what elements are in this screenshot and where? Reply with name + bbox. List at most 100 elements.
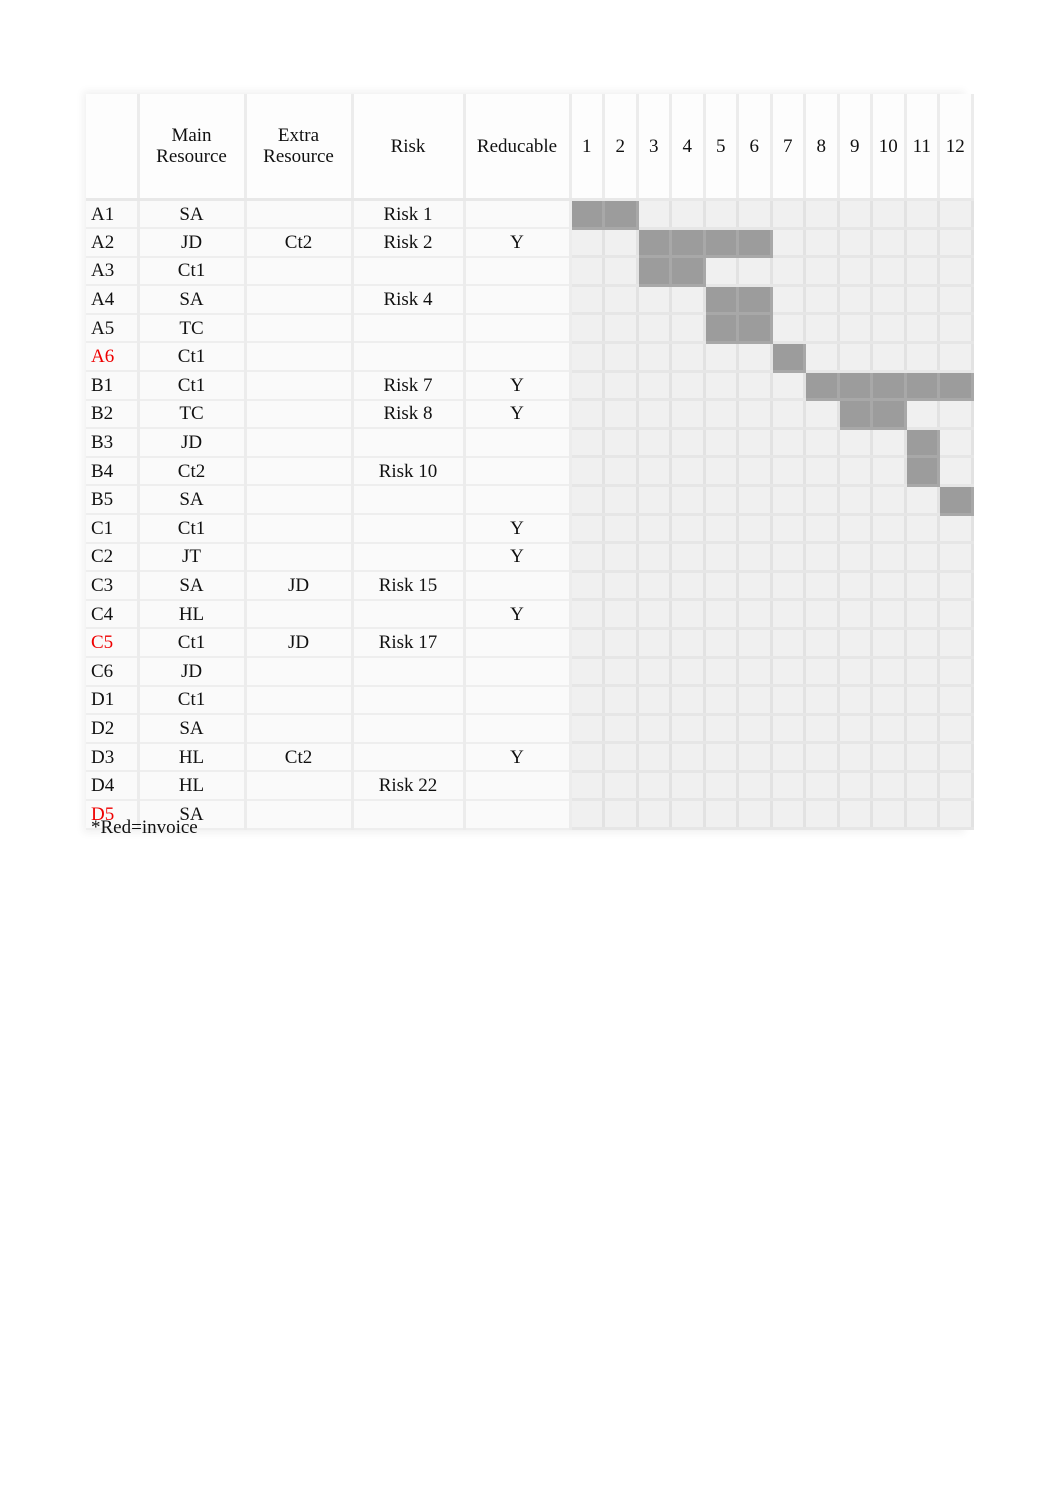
risk-cell (352, 256, 466, 287)
gantt-empty-cell (704, 542, 739, 573)
gantt-bar-cell (838, 399, 873, 430)
gantt-bar-cell (871, 399, 907, 430)
gantt-empty-cell (938, 542, 974, 573)
header-week-3: 3 (637, 94, 672, 201)
gantt-empty-cell (804, 542, 840, 573)
task-cell: C2 (86, 542, 140, 573)
gantt-empty-cell (905, 799, 940, 831)
gantt-bar-cell (771, 342, 806, 373)
header-risk: Risk (352, 94, 466, 201)
risk-cell (352, 599, 466, 630)
gantt-empty-cell (737, 571, 773, 602)
gantt-empty-cell (905, 771, 940, 802)
risk-cell (352, 428, 466, 458)
risk-cell: Risk 7 (352, 371, 466, 401)
gantt-empty-cell (771, 514, 806, 545)
gantt-empty-cell (838, 199, 873, 230)
extra-resource-cell (245, 371, 354, 401)
gantt-empty-cell (871, 799, 907, 831)
gantt-empty-cell (771, 657, 806, 688)
gantt-empty-cell (670, 685, 706, 716)
main-resource-cell: Ct1 (138, 256, 247, 287)
gantt-empty-cell (570, 399, 605, 430)
gantt-empty-cell (938, 256, 974, 287)
gantt-empty-cell (871, 685, 907, 716)
gantt-bar-cell (637, 256, 672, 287)
gantt-empty-cell (670, 342, 706, 373)
extra-resource-cell (245, 256, 354, 287)
table-row: C4 HL Y (86, 599, 974, 630)
risk-cell (352, 514, 466, 544)
gantt-empty-cell (670, 799, 706, 831)
header-week-6: 6 (737, 94, 773, 201)
gantt-empty-cell (670, 542, 706, 573)
gantt-empty-cell (804, 399, 840, 430)
extra-resource-cell (245, 542, 354, 573)
gantt-empty-cell (570, 371, 605, 402)
gantt-empty-cell (637, 456, 672, 487)
gantt-empty-cell (938, 628, 974, 659)
risk-cell (352, 342, 466, 373)
extra-resource-cell: JD (245, 628, 354, 658)
gantt-empty-cell (771, 456, 806, 487)
gantt-empty-cell (771, 628, 806, 659)
risk-cell: Risk 4 (352, 285, 466, 315)
gantt-bar-cell (905, 371, 940, 402)
gantt-empty-cell (570, 428, 605, 459)
header-week-12: 12 (938, 94, 974, 201)
gantt-empty-cell (771, 199, 806, 230)
gantt-empty-cell (704, 799, 739, 831)
gantt-empty-cell (838, 657, 873, 688)
reducable-cell (464, 628, 572, 658)
gantt-empty-cell (905, 742, 940, 773)
gantt-empty-cell (737, 771, 773, 802)
gantt-empty-cell (838, 685, 873, 716)
gantt-empty-cell (704, 771, 739, 802)
gantt-empty-cell (603, 399, 639, 430)
risk-cell (352, 685, 466, 716)
gantt-empty-cell (704, 599, 739, 630)
gantt-empty-cell (704, 256, 739, 287)
gantt-empty-cell (704, 742, 739, 773)
gantt-empty-cell (905, 542, 940, 573)
gantt-empty-cell (771, 485, 806, 516)
gantt-empty-cell (670, 514, 706, 545)
gantt-bar-cell (603, 199, 639, 230)
gantt-empty-cell (704, 571, 739, 602)
reducable-cell: Y (464, 371, 572, 401)
gantt-empty-cell (838, 256, 873, 287)
gantt-empty-cell (938, 685, 974, 716)
extra-resource-cell: JD (245, 571, 354, 601)
extra-resource-cell (245, 799, 354, 830)
gantt-empty-cell (938, 228, 974, 259)
gantt-empty-cell (871, 714, 907, 745)
gantt-empty-cell (838, 285, 873, 316)
main-resource-cell: JT (138, 542, 247, 573)
gantt-empty-cell (804, 657, 840, 688)
extra-resource-cell (245, 399, 354, 430)
gantt-empty-cell (771, 799, 806, 831)
risk-cell (352, 714, 466, 744)
table-row: A6 Ct1 (86, 342, 974, 373)
gantt-empty-cell (804, 228, 840, 259)
gantt-empty-cell (737, 399, 773, 430)
gantt-empty-cell (704, 514, 739, 545)
gantt-empty-cell (603, 228, 639, 259)
gantt-empty-cell (603, 657, 639, 688)
extra-resource-cell (245, 313, 354, 344)
legend-note: *Red=invoice (91, 817, 198, 838)
risk-cell (352, 313, 466, 344)
gantt-empty-cell (838, 313, 873, 344)
gantt-empty-cell (838, 428, 873, 459)
reducable-cell: Y (464, 542, 572, 573)
extra-resource-cell (245, 714, 354, 744)
extra-resource-cell: Ct2 (245, 742, 354, 773)
gantt-empty-cell (670, 199, 706, 230)
table-row: B4 Ct2 Risk 10 (86, 456, 974, 487)
table-row: A1 SA Risk 1 (86, 199, 974, 230)
reducable-cell (464, 342, 572, 373)
task-cell: A6 (86, 342, 140, 373)
gantt-empty-cell (670, 599, 706, 630)
gantt-bar-cell (938, 485, 974, 516)
gantt-empty-cell (670, 371, 706, 402)
